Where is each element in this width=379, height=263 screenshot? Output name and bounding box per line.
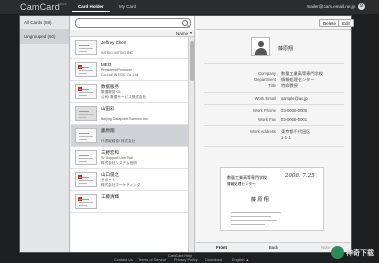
footer-link-language[interactable]: English ▲ (232, 258, 249, 262)
card-company: Beijing Datapoint Science Inc. (101, 117, 149, 121)
field-value-work-phone[interactable]: 03-0000-0000 (281, 108, 307, 113)
search-input[interactable] (75, 18, 191, 28)
search-icon[interactable] (182, 20, 188, 26)
card-thumbnail (75, 150, 97, 165)
card-thumbnail (75, 106, 97, 121)
card-name: 藤原翔 (101, 128, 115, 133)
divider (204, 125, 344, 126)
group-all-cards[interactable]: All Cards (59) (20, 16, 69, 30)
list-item[interactable]: MEO President/Producer Co.Ltd/ INTSIG Co… (71, 59, 188, 81)
list-item[interactable]: Jeffrey Chen INTSIG INTSIG INC (71, 37, 188, 59)
field-value-work-address-line2: 1-1-1 (281, 135, 291, 140)
footer-link-download[interactable]: Download (205, 258, 222, 262)
contact-name: 藤原翔 (278, 46, 294, 52)
divider (204, 63, 344, 64)
card-company: 代表取締役/ 株式会社 (101, 139, 136, 143)
sort-label[interactable]: Name (176, 31, 188, 36)
app-window: All Cards (59) Ungrouped (50) Name ▾ Jef… (19, 15, 354, 253)
sort-bar: Name ▾ (71, 30, 194, 37)
card-name: 工藤清輝 (101, 194, 119, 199)
card-side-tabs: Front Back Note (196, 242, 351, 252)
card-image-person: 藤 原 翔 (251, 197, 269, 203)
field-label-department: Department (254, 77, 276, 82)
card-title: President/Producer (101, 68, 132, 72)
group-panel: All Cards (59) Ungrouped (50) (20, 16, 70, 252)
divider (204, 104, 344, 105)
footer-link-contact[interactable]: Contact Us (114, 258, 133, 262)
watermark: 神奇下载 (331, 246, 375, 259)
card-image-header: 数量工業高等専門学校 (227, 175, 267, 180)
field-value-work-email[interactable]: sample@ac.jp (281, 96, 308, 101)
field-value-title: 特命教授 (281, 83, 298, 88)
list-item[interactable]: 山口俊之 サポート 株式会社マーケティング (71, 169, 188, 191)
divider (204, 146, 344, 147)
list-item[interactable]: 山田彩 Beijing Datapoint Science Inc. (71, 103, 188, 125)
field-label-title: Title (268, 83, 276, 88)
gear-icon[interactable]: ⚙ (358, 3, 365, 10)
list-item[interactable]: 三野宏和 Sr Support Unit Tool 株式会社システム技研 (71, 147, 188, 169)
card-company: 株式会社マーケティング (101, 183, 141, 187)
field-label-work-email: Work Email (254, 96, 276, 101)
tab-card-holder[interactable]: Card Holder (72, 2, 110, 12)
field-label-work-phone: Work Phone (253, 108, 276, 113)
card-thumbnail (75, 194, 97, 209)
app-logo: CamCardWeb (20, 2, 67, 12)
footer-link-terms[interactable]: Terms of Service (138, 258, 166, 262)
card-thumbnail (75, 172, 97, 187)
delete-button[interactable]: Delete (319, 19, 341, 27)
watermark-badge-icon (331, 246, 344, 259)
avatar (251, 37, 270, 56)
field-value-work-fax: 03-0000-0001 (281, 117, 308, 122)
card-image-handwriting: 2008. 7.25 (285, 173, 315, 179)
card-name: MEO (101, 62, 112, 67)
field-label-work-address: Work Address (250, 129, 276, 134)
card-thumbnail (75, 84, 97, 99)
card-thumbnail (75, 40, 97, 55)
card-image-dept: 情報処理センター (227, 182, 256, 186)
card-name: 山田彩 (101, 106, 115, 111)
card-list: Jeffrey Chen INTSIG INTSIG INC MEO Presi… (71, 37, 188, 252)
chevron-down-icon[interactable]: ▾ (190, 30, 192, 35)
detail-toolbar: Delete Edit (196, 16, 354, 30)
list-item[interactable]: 数据服务 数据服务 GL 公司/ 数据サービス株式会社 (71, 81, 188, 103)
business-card-image: 数量工業高等専門学校 情報処理センター 2008. 7.25 藤 原 翔 (220, 167, 324, 231)
edit-button[interactable]: Edit (338, 19, 354, 27)
card-company: 株式会社システム技研 (101, 161, 137, 165)
list-item-selected[interactable]: 藤原翔 代表取締役/ 株式会社 (71, 125, 188, 147)
card-company: INTSIG INTSIG INC (101, 51, 134, 55)
account-email[interactable]: mailer@cam.email.ne.jp (307, 4, 355, 9)
card-title: Sr Support Unit Tool (101, 156, 134, 160)
field-label-work-fax: Work Fax (258, 117, 276, 122)
watermark-text: 神奇下载 (346, 250, 374, 257)
card-name: Jeffrey Chen (101, 40, 127, 45)
list-item[interactable]: 工藤清輝 (71, 191, 188, 213)
tab-my-card[interactable]: My Card (113, 2, 142, 12)
group-ungrouped[interactable]: Ungrouped (50) (20, 30, 69, 44)
scrollbar-thumb[interactable] (190, 41, 194, 81)
card-company: 公司/ 数据サービス株式会社 (101, 95, 147, 99)
card-company: Co.Ltd/ INTSIG Co.,Ltd (101, 73, 139, 77)
card-thumbnail (75, 62, 97, 77)
footer-link-privacy[interactable]: Privacy Policy (174, 258, 198, 262)
card-list-panel: Name ▾ Jeffrey Chen INTSIG INTSIG INC ME… (71, 16, 195, 252)
top-bar: CamCardWeb Card Holder My Card mailer@ca… (0, 0, 379, 14)
list-scrollbar[interactable] (188, 37, 194, 252)
card-detail-panel: Delete Edit 藤原翔 Company 数量工業高等専門学校 Depar… (196, 16, 354, 252)
card-thumbnail (75, 128, 97, 143)
field-label-company: Company (258, 71, 276, 76)
tab-front[interactable]: Front (196, 243, 247, 253)
tab-back[interactable]: Back (248, 243, 299, 253)
divider (204, 92, 344, 93)
